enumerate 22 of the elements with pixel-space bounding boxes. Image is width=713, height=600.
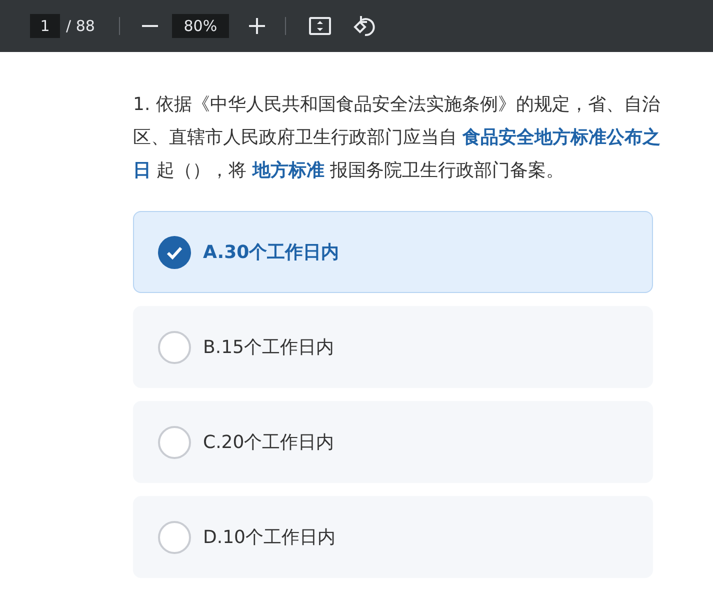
option-label: C.20个工作日内: [203, 430, 334, 454]
rotate-icon: [352, 15, 375, 37]
answer-option[interactable]: C.20个工作日内: [133, 401, 653, 483]
radio-icon: [158, 520, 191, 554]
rotate-button[interactable]: [352, 14, 376, 38]
plus-icon: [248, 18, 265, 34]
page-total: / 88: [66, 16, 95, 37]
option-label: A.30个工作日内: [203, 240, 340, 264]
page-number-field[interactable]: 1: [30, 14, 60, 38]
option-label: D.10个工作日内: [203, 526, 336, 550]
question-text: 1. 依据《中华人民共和国食品安全法实施条例》的规定，省、自治区、直辖市人民政府卫生行政部门应当自 食品安全地方标准公布之日 起（），将 地方标准 报国务院卫生行政部门备案。: [133, 93, 662, 183]
answer-option[interactable]: A.30个工作日内: [133, 211, 653, 293]
check-icon: [158, 236, 191, 268]
answer-option[interactable]: B.15个工作日内: [133, 306, 653, 388]
fit-page-icon: [308, 17, 331, 35]
radio-icon: [158, 426, 191, 458]
answer-option[interactable]: D.10个工作日内: [133, 496, 653, 578]
minus-icon: [142, 25, 158, 27]
radio-icon: [158, 330, 191, 364]
option-label: B.15个工作日内: [203, 336, 334, 360]
zoom-field[interactable]: 80%: [172, 14, 229, 38]
fit-page-button[interactable]: [308, 14, 332, 38]
